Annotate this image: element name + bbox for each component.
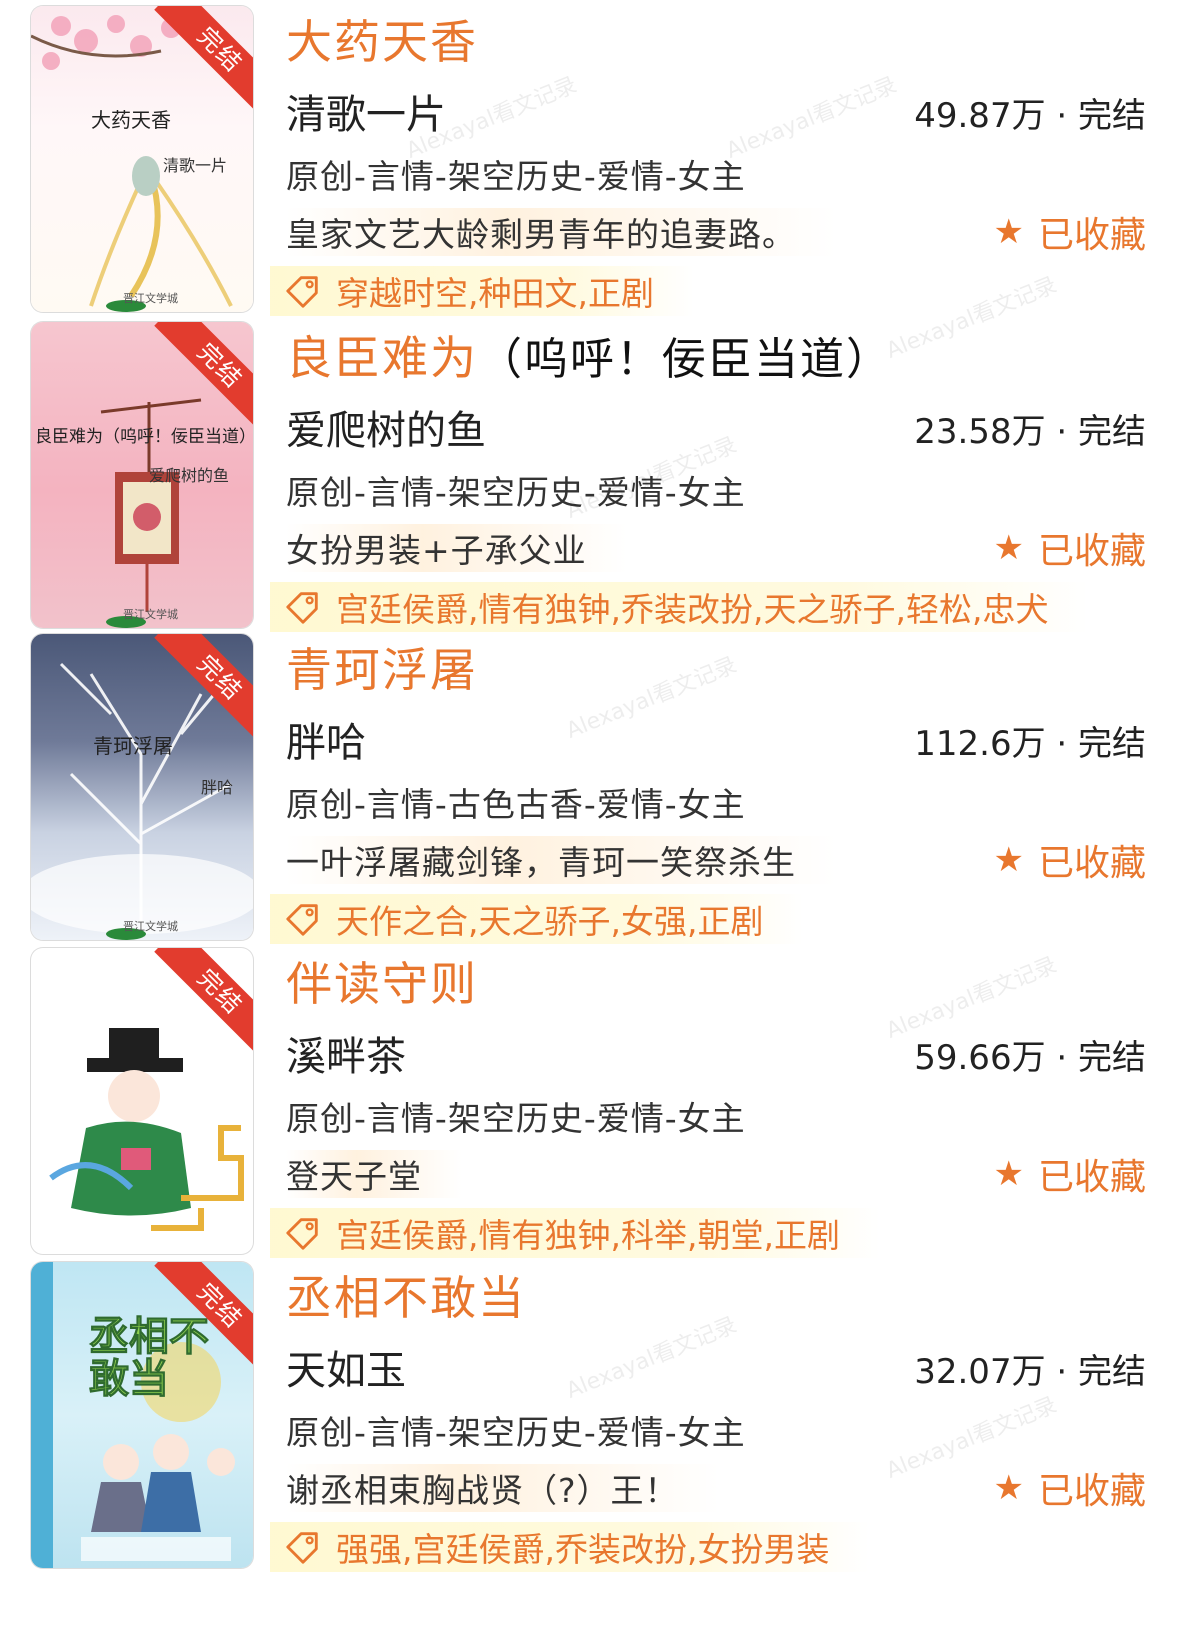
book-category: 原创-言情-架空历史-爱情-女主: [286, 1099, 746, 1138]
cover-author: 清歌一片: [163, 156, 228, 175]
book-tags: 穿越时空,种田文,正剧: [336, 274, 654, 313]
star-icon: ★: [993, 212, 1024, 252]
tags-row: 强强,宫廷侯爵,乔装改扮,女扮男装: [270, 1522, 870, 1572]
book-tags: 强强,宫廷侯爵,乔装改扮,女扮男装: [336, 1530, 830, 1569]
star-icon: ★: [993, 1154, 1024, 1194]
book-summary: 谢丞相束胸战贤（?）王！: [286, 1464, 719, 1512]
book-item[interactable]: 大药天香 清歌一片 晋江文学城 完结 大药天香 清歌一片 49.87万 · 完结…: [0, 0, 1178, 320]
tag-icon: [286, 1218, 318, 1250]
book-tags: 宫廷侯爵,情有独钟,乔装改扮,天之骄子,轻松,忠犬: [336, 590, 1049, 629]
book-item[interactable]: 丞相不敢当 完结 丞相不敢当 天如玉 32.07万 · 完结 原创-言情-架空历…: [0, 1256, 1178, 1576]
book-author[interactable]: 清歌一片: [286, 82, 446, 140]
book-item[interactable]: 青珂浮屠 胖哈 晋江文学城 完结 青珂浮屠 胖哈 112.6万 · 完结 原创-…: [0, 628, 1178, 948]
book-summary: 皇家文艺大龄剩男青年的追妻路。: [286, 208, 836, 256]
title-row: 大药天香: [286, 6, 478, 69]
book-title[interactable]: 大药天香: [286, 15, 478, 69]
book-author[interactable]: 胖哈: [286, 710, 366, 768]
book-title[interactable]: 丞相不敢当: [286, 1271, 526, 1325]
collect-button[interactable]: ★ 已收藏: [994, 1462, 1147, 1514]
book-title[interactable]: 青珂浮屠: [286, 643, 478, 697]
cover-title: 良臣难为（呜呼！佞臣当道）: [35, 427, 253, 447]
tag-icon: [286, 592, 318, 624]
tags-row: 天作之合,天之骄子,女强,正剧: [270, 894, 804, 944]
book-author[interactable]: 爱爬树的鱼: [286, 398, 486, 456]
book-summary: 登天子堂: [286, 1150, 462, 1198]
title-row: 伴读守则: [286, 948, 478, 1011]
book-category: 原创-言情-架空历史-爱情-女主: [286, 1413, 746, 1452]
star-icon: ★: [993, 840, 1024, 880]
book-tags: 宫廷侯爵,情有独钟,科举,朝堂,正剧: [336, 1216, 840, 1255]
collect-button[interactable]: ★ 已收藏: [994, 206, 1147, 258]
tags-row: 穿越时空,种田文,正剧: [270, 266, 694, 316]
book-title[interactable]: 伴读守则: [286, 957, 478, 1011]
book-cover[interactable]: 青珂浮屠 胖哈 晋江文学城 完结: [31, 634, 253, 940]
cover-author: 胖哈: [201, 778, 234, 797]
book-subtitle[interactable]: （呜呼！佞臣当道）: [478, 334, 892, 385]
book-stats: 59.66万 · 完结: [914, 1038, 1146, 1078]
title-row: 良臣难为（呜呼！佞臣当道）: [286, 322, 892, 385]
cover-title: 大药天香: [91, 108, 171, 132]
book-cover[interactable]: 丞相不敢当 完结: [31, 1262, 253, 1568]
collect-button[interactable]: ★ 已收藏: [994, 1148, 1147, 1200]
book-stats: 23.58万 · 完结: [914, 412, 1146, 452]
tag-icon: [286, 276, 318, 308]
book-tags: 天作之合,天之骄子,女强,正剧: [336, 902, 764, 941]
tags-row: 宫廷侯爵,情有独钟,乔装改扮,天之骄子,轻松,忠犬: [270, 582, 1089, 632]
cover-brand: 晋江文学城: [123, 920, 178, 933]
book-cover[interactable]: 完结: [31, 948, 253, 1254]
tags-row: 宫廷侯爵,情有独钟,科举,朝堂,正剧: [270, 1208, 880, 1258]
book-title[interactable]: 良臣难为: [286, 331, 478, 385]
cover-brand: 晋江文学城: [123, 292, 178, 305]
book-item[interactable]: 完结 伴读守则 溪畔茶 59.66万 · 完结 原创-言情-架空历史-爱情-女主…: [0, 942, 1178, 1262]
book-stats: 49.87万 · 完结: [914, 96, 1146, 136]
tag-icon: [286, 1532, 318, 1564]
book-category: 原创-言情-架空历史-爱情-女主: [286, 473, 746, 512]
book-category: 原创-言情-古色古香-爱情-女主: [286, 785, 746, 824]
book-author[interactable]: 天如玉: [286, 1338, 406, 1396]
book-category: 原创-言情-架空历史-爱情-女主: [286, 157, 746, 196]
book-cover[interactable]: 大药天香 清歌一片 晋江文学城 完结: [31, 6, 253, 312]
book-stats: 32.07万 · 完结: [914, 1352, 1146, 1392]
tag-icon: [286, 904, 318, 936]
star-icon: ★: [993, 528, 1024, 568]
title-row: 青珂浮屠: [286, 634, 478, 697]
collect-label: 已收藏: [1037, 1157, 1146, 1198]
collect-button[interactable]: ★ 已收藏: [994, 834, 1147, 886]
book-item[interactable]: 良臣难为（呜呼！佞臣当道） 爱爬树的鱼 晋江文学城 完结 良臣难为（呜呼！佞臣当…: [0, 316, 1178, 636]
collect-label: 已收藏: [1037, 531, 1146, 572]
book-summary: 一叶浮屠藏剑锋，青珂一笑祭杀生: [286, 836, 836, 884]
book-summary: 女扮男装+子承父业: [286, 524, 627, 572]
collect-label: 已收藏: [1037, 1471, 1146, 1512]
cover-author: 爱爬树的鱼: [149, 466, 230, 485]
collect-button[interactable]: ★ 已收藏: [994, 522, 1147, 574]
cover-title: 青珂浮屠: [93, 734, 173, 758]
book-cover[interactable]: 良臣难为（呜呼！佞臣当道） 爱爬树的鱼 晋江文学城 完结: [31, 322, 253, 628]
cover-brand: 晋江文学城: [123, 608, 178, 621]
star-icon: ★: [993, 1468, 1024, 1508]
collect-label: 已收藏: [1037, 843, 1146, 884]
title-row: 丞相不敢当: [286, 1262, 526, 1325]
book-author[interactable]: 溪畔茶: [286, 1024, 406, 1082]
book-stats: 112.6万 · 完结: [914, 724, 1146, 764]
collect-label: 已收藏: [1037, 215, 1146, 256]
